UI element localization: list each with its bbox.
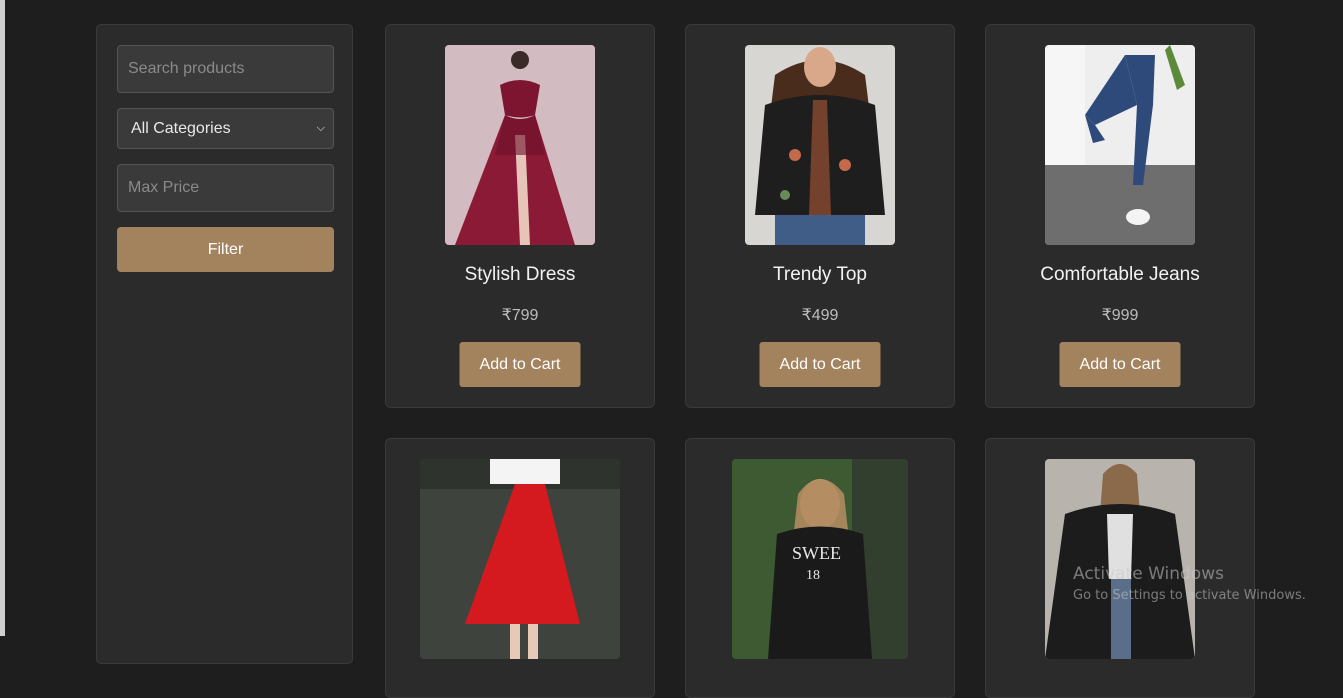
add-to-cart-button[interactable]: Add to Cart xyxy=(759,342,881,387)
filter-button[interactable]: Filter xyxy=(117,227,334,272)
product-name: Trendy Top xyxy=(773,264,867,285)
add-to-cart-button[interactable]: Add to Cart xyxy=(459,342,581,387)
product-card xyxy=(385,438,655,698)
product-card: SWEE 18 xyxy=(685,438,955,698)
shop-page: All Categories ⌵ Filter Stylish Dress ₹7… xyxy=(5,0,1343,698)
product-image-leather-jacket xyxy=(1045,459,1195,659)
product-image-embroidered-top xyxy=(745,45,895,245)
category-select-value: All Categories xyxy=(131,119,231,137)
product-image-red-gown xyxy=(445,45,595,245)
product-name: Comfortable Jeans xyxy=(1040,264,1200,285)
product-price: ₹999 xyxy=(1101,307,1139,324)
svg-text:18: 18 xyxy=(806,568,820,583)
product-price: ₹499 xyxy=(801,307,839,324)
product-image-red-skirt xyxy=(420,459,620,659)
product-image-blue-jeans xyxy=(1045,45,1195,245)
product-name: Stylish Dress xyxy=(464,264,576,285)
max-price-input[interactable] xyxy=(117,164,334,212)
product-card: Trendy Top ₹499 Add to Cart xyxy=(685,24,955,408)
product-price: ₹799 xyxy=(501,307,539,324)
filter-sidebar: All Categories ⌵ Filter xyxy=(96,24,353,664)
product-card: Comfortable Jeans ₹999 Add to Cart xyxy=(985,24,1255,408)
add-to-cart-button[interactable]: Add to Cart xyxy=(1059,342,1181,387)
product-card: Stylish Dress ₹799 Add to Cart xyxy=(385,24,655,408)
category-select[interactable]: All Categories ⌵ xyxy=(117,108,334,149)
search-input[interactable] xyxy=(117,45,334,93)
activate-windows-watermark: Activate Windows Go to Settings to activ… xyxy=(1073,564,1306,603)
chevron-down-icon: ⌵ xyxy=(316,122,325,134)
product-image-black-tshirt: SWEE 18 xyxy=(732,459,908,659)
svg-text:SWEE: SWEE xyxy=(792,543,841,563)
watermark-subtitle: Go to Settings to activate Windows. xyxy=(1073,588,1306,603)
watermark-title: Activate Windows xyxy=(1073,564,1224,584)
